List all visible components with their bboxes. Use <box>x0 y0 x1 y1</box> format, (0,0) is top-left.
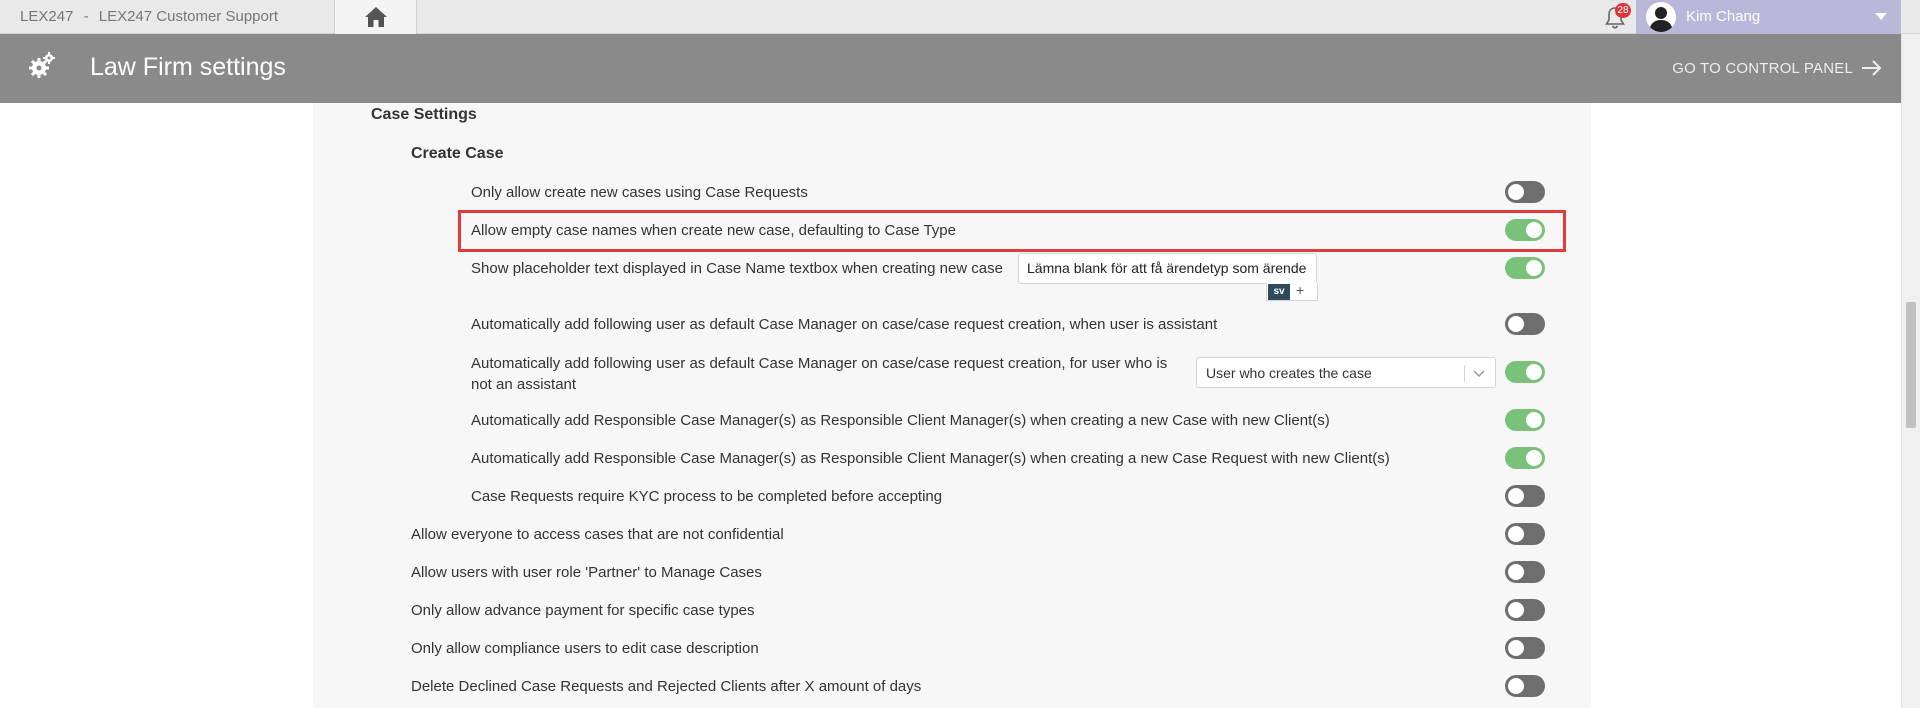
setting-label: Allow everyone to access cases that are … <box>411 526 784 543</box>
toggle-knob <box>1526 260 1542 276</box>
add-language-button[interactable]: + <box>1296 282 1304 298</box>
setting-toggle[interactable] <box>1505 675 1545 697</box>
toggle-knob <box>1508 184 1524 200</box>
setting-toggle[interactable] <box>1505 181 1545 203</box>
setting-toggle[interactable] <box>1505 599 1545 621</box>
case-manager-select[interactable]: User who creates the case <box>1196 357 1496 388</box>
app-title: LEX247 - LEX247 Customer Support <box>20 8 278 25</box>
setting-toggle[interactable] <box>1505 257 1545 279</box>
scrollbar-thumb[interactable] <box>1906 302 1916 428</box>
toggle-knob <box>1508 640 1524 656</box>
arrow-right-icon <box>1862 60 1882 76</box>
setting-toggle[interactable] <box>1505 409 1545 431</box>
setting-label: Automatically add Responsible Case Manag… <box>471 412 1330 429</box>
app-name: LEX247 <box>20 8 74 25</box>
chevron-down-icon <box>1473 370 1485 378</box>
toggle-knob <box>1508 488 1524 504</box>
setting-label: Allow users with user role 'Partner' to … <box>411 564 762 581</box>
setting-toggle[interactable] <box>1505 219 1545 241</box>
title-separator: - <box>83 8 89 25</box>
home-icon <box>364 7 387 27</box>
setting-toggle[interactable] <box>1505 313 1545 335</box>
section-title-create-case: Create Case <box>411 145 504 162</box>
org-name: LEX247 Customer Support <box>98 8 279 25</box>
setting-label: Automatically add Responsible Case Manag… <box>471 450 1390 467</box>
user-avatar-icon <box>1646 2 1676 32</box>
setting-label: Automatically add following user as defa… <box>471 355 1168 393</box>
toggle-knob <box>1508 678 1524 694</box>
page-header: Law Firm settings GO TO CONTROL PANEL <box>0 34 1901 103</box>
placeholder-text-input[interactable]: Lämna blank för att få ärendetyp som äre… <box>1018 253 1317 284</box>
setting-toggle[interactable] <box>1505 637 1545 659</box>
setting-toggle[interactable] <box>1505 485 1545 507</box>
toggle-knob <box>1526 450 1542 466</box>
setting-toggle[interactable] <box>1505 361 1545 383</box>
setting-toggle[interactable] <box>1505 447 1545 469</box>
setting-label: Case Requests require KYC process to be … <box>471 488 943 505</box>
vertical-scrollbar[interactable] <box>1901 34 1920 708</box>
setting-label: Allow empty case names when create new c… <box>471 222 956 239</box>
gears-icon <box>29 52 55 78</box>
setting-label: Only allow compliance users to edit case… <box>411 640 759 657</box>
toggle-knob <box>1508 316 1524 332</box>
toggle-knob <box>1526 222 1542 238</box>
setting-toggle[interactable] <box>1505 561 1545 583</box>
setting-toggle[interactable] <box>1505 523 1545 545</box>
home-tab[interactable] <box>334 0 417 34</box>
control-panel-label: GO TO CONTROL PANEL <box>1672 59 1853 77</box>
caret-down-icon <box>1875 13 1887 20</box>
setting-label: Only allow advance payment for specific … <box>411 602 755 619</box>
language-tag-sv[interactable]: sv <box>1268 284 1290 300</box>
toggle-knob <box>1508 602 1524 618</box>
toggle-knob <box>1508 526 1524 542</box>
setting-label: Delete Declined Case Requests and Reject… <box>411 678 922 695</box>
user-name: Kim Chang <box>1686 8 1761 25</box>
toggle-knob <box>1526 412 1542 428</box>
toggle-knob <box>1508 564 1524 580</box>
select-divider <box>1464 365 1465 382</box>
section-title-case-settings: Case Settings <box>371 106 477 123</box>
toggle-knob <box>1526 364 1542 380</box>
top-bar: LEX247 - LEX247 Customer Support <box>0 0 1920 34</box>
notification-count-badge: 28 <box>1615 3 1631 18</box>
select-value: User who creates the case <box>1206 365 1372 381</box>
setting-label: Only allow create new cases using Case R… <box>471 184 808 201</box>
user-menu[interactable]: Kim Chang <box>1636 0 1901 34</box>
setting-label: Show placeholder text displayed in Case … <box>471 260 1003 277</box>
go-to-control-panel-link[interactable]: GO TO CONTROL PANEL <box>1672 59 1883 77</box>
page-title: Law Firm settings <box>90 53 286 81</box>
setting-label: Automatically add following user as defa… <box>471 316 1218 333</box>
